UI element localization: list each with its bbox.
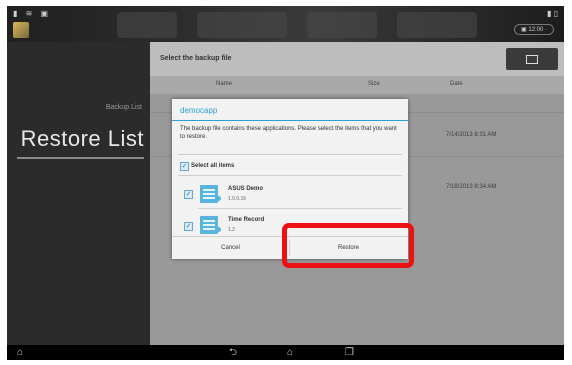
status-pill[interactable]: ▣ 12:00 · xyxy=(513,24,554,35)
window-button[interactable] xyxy=(506,48,558,70)
main-header-title: Select the backup file xyxy=(160,55,232,62)
status-bar: ▮ ≋ ▣ ▮ ▯ ▣ 12:00 · xyxy=(7,6,564,42)
row-date: 7/18/2013 8:34 AM xyxy=(446,184,497,190)
column-date[interactable]: Date xyxy=(450,81,463,87)
dialog-title: democapp xyxy=(180,106,218,115)
menu-icon[interactable]: ⌂ xyxy=(17,347,23,358)
select-all-label[interactable]: Select all items xyxy=(191,163,234,169)
dialog-button-bar: Cancel Restore xyxy=(172,236,408,259)
left-panel: Backup List Restore List xyxy=(7,42,150,345)
restore-dialog: democapp The backup file contains these … xyxy=(172,99,408,259)
main-header: Select the backup file xyxy=(150,42,564,76)
status-right-icons: ▮ ▯ xyxy=(546,9,558,18)
app-version: 1.0.0.16 xyxy=(228,196,247,202)
app-icon xyxy=(200,216,221,234)
app-icon xyxy=(200,185,221,203)
restore-button[interactable]: Restore xyxy=(290,237,407,259)
select-all-checkbox[interactable]: ✓ xyxy=(180,162,189,171)
app-checkbox[interactable]: ✓ xyxy=(184,190,193,199)
column-size[interactable]: Size xyxy=(368,81,380,87)
selected-underline xyxy=(17,157,144,159)
backup-list-nav[interactable]: Backup List xyxy=(106,104,142,111)
status-icons: ▮ ≋ ▣ xyxy=(13,9,52,18)
navigation-bar: ⌂ ⮌ ⌂ ❐ xyxy=(7,345,564,360)
recent-apps-icon[interactable]: ❐ xyxy=(345,347,354,358)
column-header: Name Size Date xyxy=(150,76,564,94)
back-icon[interactable]: ⮌ xyxy=(229,347,237,358)
cancel-button[interactable]: Cancel xyxy=(172,237,289,259)
app-name: ASUS Demo xyxy=(228,186,264,192)
column-name[interactable]: Name xyxy=(216,81,232,87)
dialog-title-divider xyxy=(172,120,408,121)
restore-list-title[interactable]: Restore List xyxy=(21,126,144,152)
app-name: Time Record xyxy=(228,217,265,223)
row-date: 7/14/2013 8:31 AM xyxy=(446,132,497,138)
home-icon[interactable]: ⌂ xyxy=(287,347,293,358)
app-launcher-icon[interactable] xyxy=(13,22,29,38)
app-checkbox[interactable]: ✓ xyxy=(184,222,193,231)
window-icon xyxy=(526,54,538,64)
app-version: 1.2 xyxy=(228,227,235,233)
dialog-message: The backup file contains these applicati… xyxy=(180,126,397,140)
